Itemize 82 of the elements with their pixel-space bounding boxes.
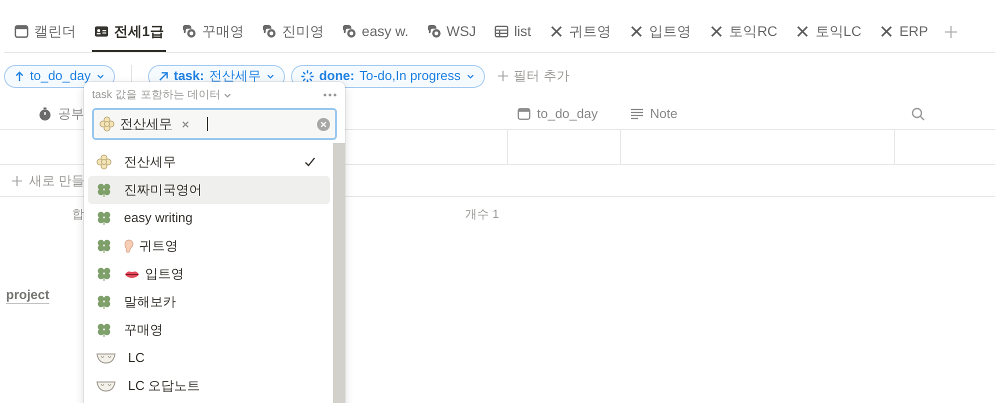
stopwatch-icon	[38, 107, 52, 121]
table-icon	[494, 24, 510, 38]
add-icon[interactable]	[944, 25, 958, 39]
clover-icon	[96, 210, 112, 226]
view-tab[interactable]: 전세1급	[92, 12, 166, 52]
chat-bubbles-icon	[342, 24, 357, 38]
flower-icon	[99, 116, 115, 132]
popup-title[interactable]: task 값을 포함하는 데이터	[92, 86, 220, 104]
view-tab[interactable]: list	[492, 12, 534, 52]
option-item[interactable]: LC 오답노트	[88, 372, 330, 400]
option-label: LC	[128, 349, 145, 368]
add-icon	[496, 70, 509, 82]
view-tab[interactable]: ERP	[877, 12, 930, 52]
option-label: easy writing	[124, 209, 193, 228]
status-icon	[301, 70, 314, 82]
option-label: 진짜미국영어	[124, 181, 202, 200]
option-label: 입트영	[145, 265, 184, 284]
option-item[interactable]: 꾸매영	[88, 316, 330, 344]
chat-bubbles-icon	[262, 24, 277, 38]
lips-icon	[124, 270, 140, 278]
option-item[interactable]: 진짜미국영어	[88, 176, 330, 204]
bowl-icon	[96, 352, 116, 364]
option-item[interactable]: easy writing	[88, 204, 330, 232]
clover-icon	[96, 238, 112, 254]
clover-icon	[96, 294, 112, 310]
option-label: 귀트영	[139, 237, 178, 256]
view-tab[interactable]: WSJ	[424, 12, 478, 52]
close-icon	[709, 24, 724, 38]
option-label: LC 오답노트	[128, 377, 200, 396]
arrow-up-icon	[14, 70, 25, 82]
view-tab[interactable]: 캘린더	[12, 12, 78, 52]
ear-icon	[124, 239, 134, 253]
count-label: 개수 1	[465, 206, 500, 223]
view-tab[interactable]: 토익RC	[707, 12, 780, 52]
group-heading[interactable]: project	[6, 287, 50, 302]
option-label: 꾸매영	[124, 321, 163, 340]
close-icon	[549, 24, 564, 38]
option-label: 전산세무	[124, 153, 176, 172]
chat-bubbles-icon	[182, 24, 197, 38]
option-item[interactable]: 귀트영	[88, 232, 330, 260]
calendar-icon	[14, 24, 29, 38]
filter-chip[interactable]: done: To-do,In progress	[291, 64, 485, 88]
view-tab[interactable]: 귀트영	[547, 12, 614, 52]
column-header[interactable]: Note	[650, 104, 678, 124]
add-filter-button[interactable]: 필터 추가	[490, 66, 576, 86]
scrollbar[interactable]	[333, 143, 345, 403]
filter-chip[interactable]: to_do_day	[4, 64, 115, 88]
clover-icon	[96, 266, 112, 282]
search-icon[interactable]	[911, 107, 925, 121]
remove-icon[interactable]	[181, 120, 190, 128]
search-field[interactable]: 전산세무	[92, 108, 337, 140]
option-item[interactable]: 말해보카	[88, 288, 330, 316]
chat-bubbles-icon	[426, 24, 442, 38]
new-row-button[interactable]: 새로 만들	[29, 170, 85, 190]
clear-icon[interactable]	[317, 118, 330, 130]
close-icon	[629, 24, 644, 38]
text-lines-icon	[630, 107, 644, 121]
view-tab[interactable]: 토익LC	[793, 12, 864, 52]
calendar-icon	[517, 107, 531, 121]
table-cell[interactable]	[620, 130, 895, 164]
clover-icon	[96, 182, 112, 198]
close-icon	[795, 24, 810, 38]
clover-icon	[96, 322, 112, 338]
bowl-icon	[96, 380, 116, 392]
option-item[interactable]: 입트영	[88, 260, 330, 288]
option-label: 말해보카	[124, 293, 176, 312]
flower-icon	[96, 154, 112, 170]
sum-label: 합	[72, 206, 84, 223]
more-icon[interactable]	[323, 93, 337, 97]
selected-tag: 전산세무	[120, 114, 172, 134]
view-tab[interactable]: easy w.	[340, 12, 410, 52]
view-tab[interactable]: 진미영	[260, 12, 326, 52]
arrow-up-right-icon	[158, 70, 169, 82]
close-icon	[879, 24, 894, 38]
add-icon	[11, 174, 23, 186]
id-card-icon	[94, 24, 109, 38]
column-header[interactable]: to_do_day	[537, 104, 598, 124]
option-item[interactable]: 전산세무	[88, 148, 330, 176]
option-item[interactable]: LC	[88, 344, 330, 372]
view-tab[interactable]: 입트영	[627, 12, 694, 52]
view-tab[interactable]: 꾸매영	[180, 12, 246, 52]
column-header[interactable]: 공부	[58, 104, 84, 124]
